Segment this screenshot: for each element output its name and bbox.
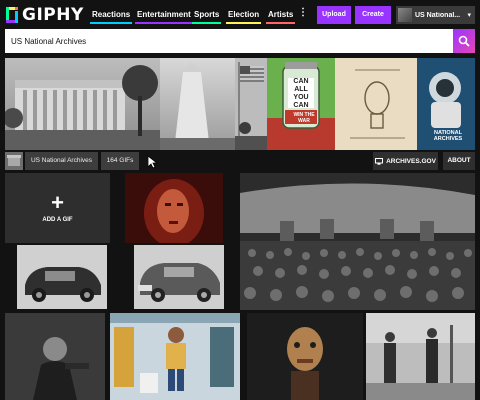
gif-tile[interactable] bbox=[134, 245, 224, 309]
nav-link-entertainment[interactable]: Entertainment bbox=[135, 8, 193, 24]
monitor-icon bbox=[375, 157, 384, 165]
search-icon bbox=[458, 35, 470, 47]
nav-link-underline bbox=[90, 22, 133, 24]
gif-tile[interactable] bbox=[5, 313, 105, 400]
nav-link-label: Entertainment bbox=[137, 10, 191, 19]
poster-text: CAN ALL YOU CAN bbox=[287, 78, 315, 110]
upload-button[interactable]: Upload bbox=[317, 6, 351, 24]
gif-thumbnail bbox=[134, 245, 224, 309]
nav-link-underline bbox=[192, 22, 222, 24]
channel-banner: CAN ALL YOU CAN WIN THE WAR NATIONAL ARC… bbox=[5, 58, 475, 150]
gif-thumbnail bbox=[240, 173, 475, 310]
nav-link-underline bbox=[135, 22, 193, 24]
about-button[interactable]: ABOUT bbox=[443, 152, 475, 170]
channel-avatar[interactable] bbox=[5, 152, 23, 170]
search-input[interactable] bbox=[5, 29, 453, 53]
nav-link-reactions[interactable]: Reactions bbox=[90, 8, 133, 24]
poster-footer: WIN THE WAR bbox=[293, 112, 315, 124]
chevron-down-icon: ▾ bbox=[467, 12, 471, 19]
gif-thumbnail bbox=[110, 313, 240, 400]
gif-tile[interactable] bbox=[125, 173, 223, 243]
gif-thumbnail bbox=[366, 313, 475, 400]
archives-seal-icon bbox=[5, 152, 23, 170]
mouse-cursor-icon bbox=[148, 156, 157, 169]
nav-link-label: Reactions bbox=[92, 10, 131, 19]
search-bar bbox=[5, 29, 475, 53]
gif-thumbnail bbox=[125, 173, 223, 243]
gif-tile[interactable] bbox=[366, 313, 475, 400]
add-gif-tile[interactable]: + ADD A GIF bbox=[5, 173, 110, 243]
poster-line: CAN bbox=[293, 78, 309, 85]
plus-icon: + bbox=[51, 190, 64, 215]
archives-badge: NATIONAL ARCHIVES bbox=[423, 130, 473, 142]
user-name: US National... bbox=[415, 11, 461, 19]
nav-link-underline bbox=[266, 22, 296, 24]
brand-name: GIPHY bbox=[22, 5, 84, 25]
poster-line: CAN bbox=[293, 102, 309, 109]
channel-bar: US National Archives 164 GIFs ARCHIVES.G… bbox=[5, 152, 475, 170]
archives-link-button[interactable]: ARCHIVES.GOV bbox=[373, 152, 438, 170]
poster-line: ALL YOU bbox=[293, 86, 309, 101]
giphy-logo[interactable]: GIPHY bbox=[6, 5, 84, 25]
archives-link-label: ARCHIVES.GOV bbox=[386, 157, 436, 165]
nav-link-underline bbox=[226, 22, 262, 24]
gif-tile[interactable] bbox=[110, 313, 240, 400]
gif-count-tag: 164 GIFs bbox=[101, 152, 139, 170]
add-gif-label: ADD A GIF bbox=[42, 217, 73, 223]
more-vertical-icon[interactable]: ⋮ bbox=[298, 7, 308, 18]
gif-tile[interactable] bbox=[17, 245, 107, 309]
banner-collage bbox=[5, 58, 475, 150]
gif-thumbnail bbox=[5, 313, 105, 400]
nav-link-label: Sports bbox=[194, 10, 220, 19]
nav-link-label: Election bbox=[228, 10, 260, 19]
top-nav: GIPHY Reactions Entertainment Sports Ele… bbox=[0, 0, 480, 30]
gif-tile[interactable] bbox=[247, 313, 363, 400]
gif-thumbnail bbox=[247, 313, 363, 400]
search-button[interactable] bbox=[453, 29, 475, 53]
nav-link-label: Artists bbox=[268, 10, 294, 19]
badge-line: ARCHIVES bbox=[433, 136, 463, 142]
nav-link-artists[interactable]: Artists bbox=[266, 8, 296, 24]
create-button[interactable]: Create bbox=[355, 6, 391, 24]
user-menu[interactable]: US National... ▾ bbox=[396, 6, 475, 24]
giphy-logo-icon bbox=[6, 7, 18, 23]
channel-name-tag[interactable]: US National Archives bbox=[25, 152, 98, 170]
nav-link-sports[interactable]: Sports bbox=[192, 8, 222, 24]
nav-link-election[interactable]: Election bbox=[226, 8, 262, 24]
gif-tile[interactable] bbox=[240, 173, 475, 310]
avatar bbox=[398, 8, 412, 22]
gif-thumbnail bbox=[17, 245, 107, 309]
